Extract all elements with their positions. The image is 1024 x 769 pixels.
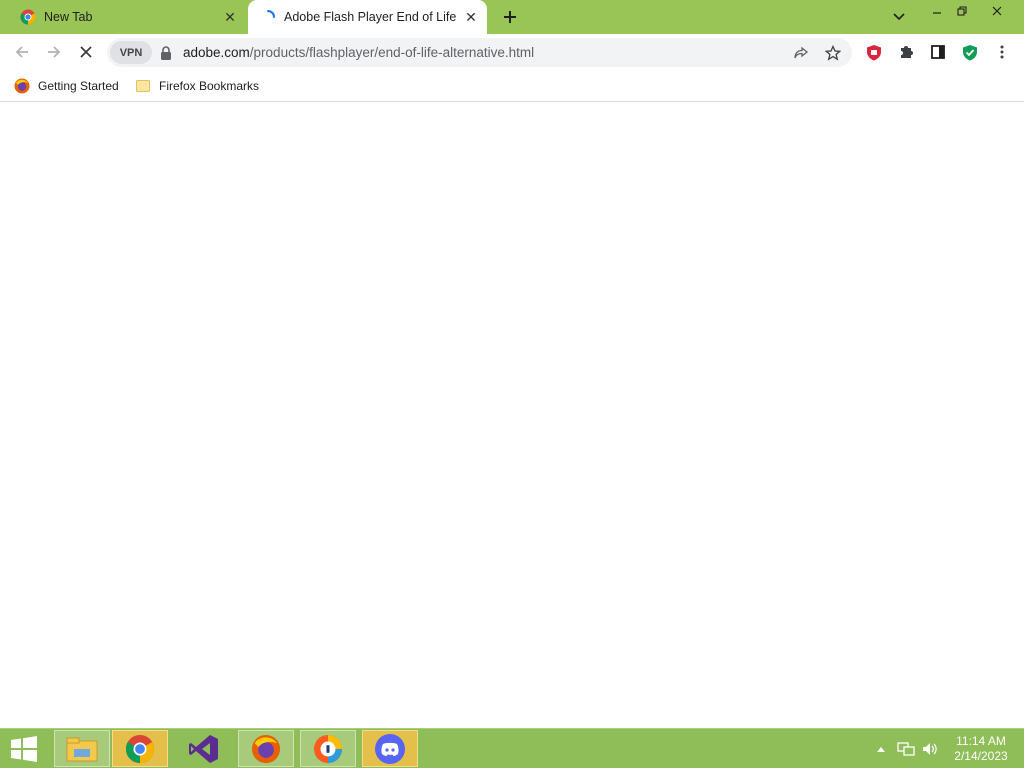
extensions-button[interactable]: [896, 42, 916, 62]
browser-toolbar: VPN adobe.com/products/flashplayer/end-o…: [0, 34, 1024, 70]
start-button[interactable]: [0, 729, 48, 769]
close-window-button[interactable]: [980, 0, 1014, 22]
tab-title: Adobe Flash Player End of Life: [284, 10, 457, 24]
tab-close-icon[interactable]: ✕: [220, 7, 240, 27]
close-icon: [80, 46, 92, 58]
clock-date: 2/14/2023: [954, 749, 1008, 763]
bookmark-getting-started[interactable]: Getting Started: [14, 76, 119, 96]
menu-button[interactable]: [992, 42, 1012, 62]
clock-time: 11:14 AM: [956, 734, 1006, 748]
vpn-label: VPN: [119, 46, 143, 59]
taskbar-file-explorer[interactable]: [54, 730, 110, 767]
password-manager-icon: [313, 734, 343, 763]
taskbar-chrome[interactable]: [112, 730, 168, 767]
folder-icon: [136, 80, 150, 92]
network-icon: [897, 742, 915, 756]
system-clock[interactable]: 11:14 AM 2/14/2023: [946, 734, 1016, 764]
tab-adobe-flash[interactable]: Adobe Flash Player End of Life ✕: [248, 0, 487, 34]
share-button[interactable]: [791, 43, 811, 63]
shield-icon: [867, 44, 881, 60]
security-extension-button[interactable]: [960, 42, 980, 62]
close-icon: [992, 6, 1002, 16]
taskbar: 11:14 AM 2/14/2023: [0, 728, 1024, 768]
forward-button[interactable]: [40, 38, 68, 66]
chrome-icon: [125, 734, 155, 763]
url-host: adobe.com: [183, 45, 250, 60]
taskbar-discord[interactable]: [362, 730, 418, 767]
arrow-right-icon: [48, 46, 61, 58]
new-tab-button[interactable]: [498, 5, 522, 29]
chevron-down-icon: [893, 13, 905, 21]
adblock-extension-button[interactable]: [864, 42, 884, 62]
discord-icon: [375, 733, 405, 764]
more-vert-icon: [1000, 45, 1004, 59]
restore-icon: [957, 6, 967, 16]
lock-icon[interactable]: [159, 45, 173, 61]
minimize-icon: [933, 12, 941, 14]
windows-logo-icon: [11, 736, 37, 762]
chrome-icon: [20, 9, 36, 25]
file-explorer-icon: [66, 737, 98, 761]
network-tray-button[interactable]: [896, 739, 916, 759]
firefox-icon: [14, 78, 30, 94]
taskbar-password-manager[interactable]: [300, 730, 356, 767]
stop-loading-button[interactable]: [72, 38, 100, 66]
firefox-icon: [251, 734, 281, 763]
page-content[interactable]: [0, 103, 1024, 728]
plus-icon: [504, 11, 516, 23]
url-text[interactable]: adobe.com/products/flashplayer/end-of-li…: [183, 45, 534, 60]
bookmark-label: Firefox Bookmarks: [159, 79, 260, 93]
star-icon: [825, 45, 841, 61]
tab-close-icon[interactable]: ✕: [461, 7, 481, 27]
back-button[interactable]: [8, 38, 36, 66]
side-panel-button[interactable]: [928, 42, 948, 62]
url-path: /products/flashplayer/end-of-life-altern…: [249, 45, 535, 60]
bookmark-firefox-bookmarks[interactable]: Firefox Bookmarks: [135, 76, 259, 96]
vpn-button[interactable]: VPN: [110, 41, 152, 64]
show-hidden-icons-button[interactable]: [874, 739, 888, 759]
tab-strip: New Tab ✕ Adobe Flash Player End of Life…: [0, 0, 1024, 34]
arrow-left-icon: [15, 46, 28, 58]
side-panel-icon: [931, 45, 945, 59]
share-icon: [794, 46, 809, 59]
restore-button[interactable]: [945, 0, 979, 22]
volume-tray-button[interactable]: [920, 739, 940, 759]
taskbar-visual-studio[interactable]: [176, 730, 232, 767]
tab-title: New Tab: [44, 10, 93, 24]
bookmark-label: Getting Started: [38, 79, 119, 93]
tab-new-tab[interactable]: New Tab ✕: [8, 0, 246, 34]
puzzle-icon: [901, 46, 913, 58]
tab-search-button[interactable]: [888, 6, 910, 28]
bookmark-star-button[interactable]: [823, 43, 843, 63]
loading-spinner-icon: [267, 10, 275, 18]
speaker-icon: [923, 743, 937, 755]
chevron-up-icon: [877, 747, 885, 752]
taskbar-firefox[interactable]: [238, 730, 294, 767]
bookmarks-bar: Getting Started Firefox Bookmarks: [0, 70, 1024, 102]
visual-studio-icon: [189, 734, 218, 763]
address-bar[interactable]: VPN adobe.com/products/flashplayer/end-o…: [107, 38, 852, 67]
shield-check-icon: [963, 44, 977, 60]
